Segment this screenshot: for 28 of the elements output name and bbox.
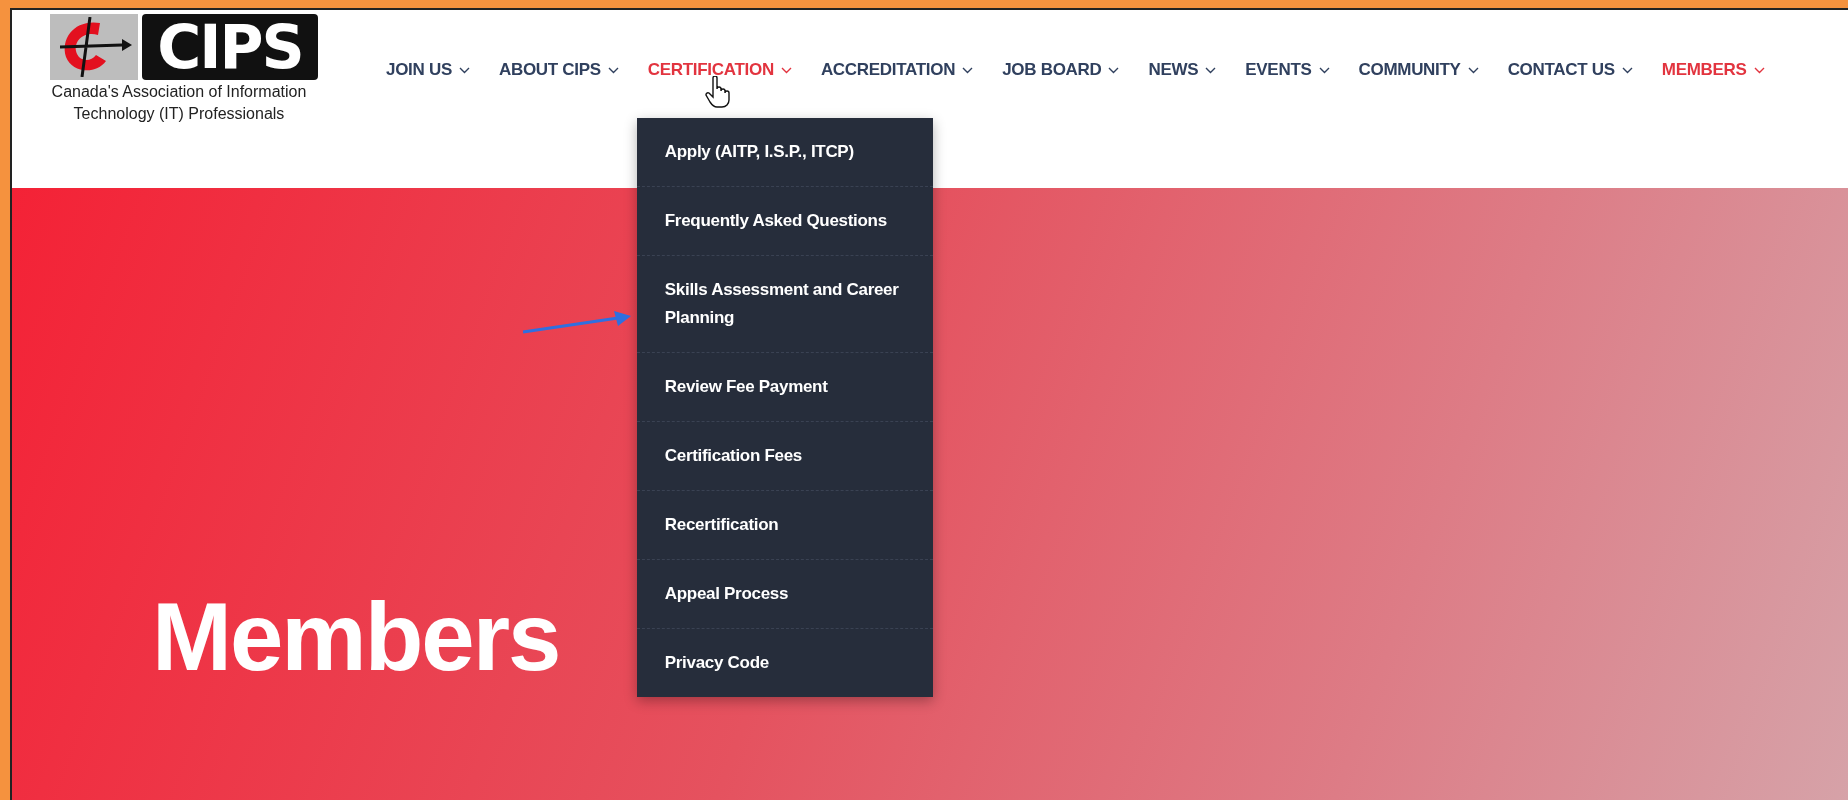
chevron-down-icon [962,66,974,74]
chevron-down-icon [1108,66,1120,74]
chevron-down-icon [1467,66,1479,74]
logo-emblem-icon [50,14,138,80]
menu-item[interactable]: Apply (AITP, I.S.P., ITCP) [636,118,933,187]
nav-link[interactable]: COMMUNITY [1358,58,1479,82]
nav-link[interactable]: ABOUT CIPS [498,58,619,82]
chevron-down-icon [1753,66,1765,74]
chevron-down-icon [1318,66,1330,74]
menu-item[interactable]: Privacy Code [636,629,933,697]
nav-link[interactable]: EVENTS [1245,58,1330,82]
hand-cursor-icon [705,76,732,108]
nav-link[interactable]: JOIN US [386,58,470,82]
logo-tagline: Technology (IT) Professionals [73,104,285,124]
nav-link[interactable]: JOB BOARD [1002,58,1120,82]
nav-link[interactable]: CONTACT US [1507,58,1633,82]
nav-link[interactable]: ACCREDITATION [820,58,974,82]
chevron-down-icon [780,66,792,74]
logo-tagline: Canada's Association of Information [51,82,307,102]
nav-link[interactable]: NEWS [1148,58,1217,82]
nav-link[interactable]: CERTIFICATION [647,58,792,82]
logo-wordmark: CIPS [142,14,318,80]
chevron-down-icon [458,66,470,74]
chevron-down-icon [1621,66,1633,74]
chevron-down-icon [1205,66,1217,74]
nav-link[interactable]: MEMBERS [1661,58,1765,82]
hero-title: Members [152,582,560,692]
chevron-down-icon [607,66,619,74]
